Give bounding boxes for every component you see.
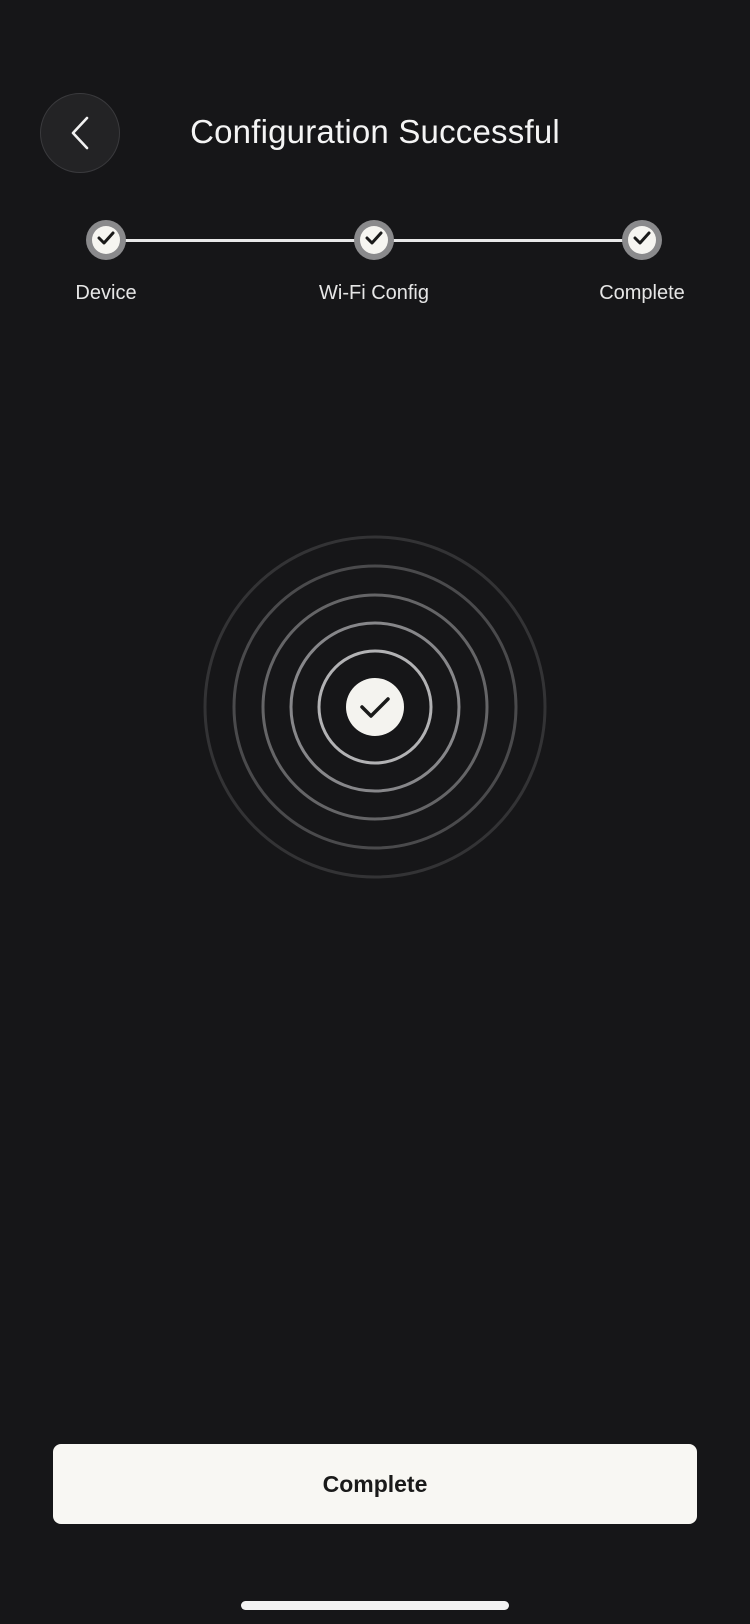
step-complete-indicator (622, 220, 662, 260)
step-wifi-config-indicator (354, 220, 394, 260)
stepper-line-2 (374, 239, 642, 242)
check-icon (365, 231, 383, 250)
check-icon (633, 231, 651, 250)
progress-stepper: Device Wi-Fi Config Complete (0, 218, 750, 318)
check-circle-icon (346, 678, 404, 736)
stepper-line-1 (106, 239, 374, 242)
step-device-indicator (86, 220, 126, 260)
page-title: Configuration Successful (190, 113, 560, 150)
complete-button[interactable]: Complete (53, 1444, 697, 1524)
check-icon (97, 231, 115, 250)
step-label-device: Device (75, 282, 137, 304)
home-indicator[interactable] (241, 1601, 509, 1610)
step-label-wifi-config: Wi-Fi Config (318, 282, 430, 304)
success-graphic (200, 532, 550, 882)
step-label-complete: Complete (599, 282, 685, 304)
